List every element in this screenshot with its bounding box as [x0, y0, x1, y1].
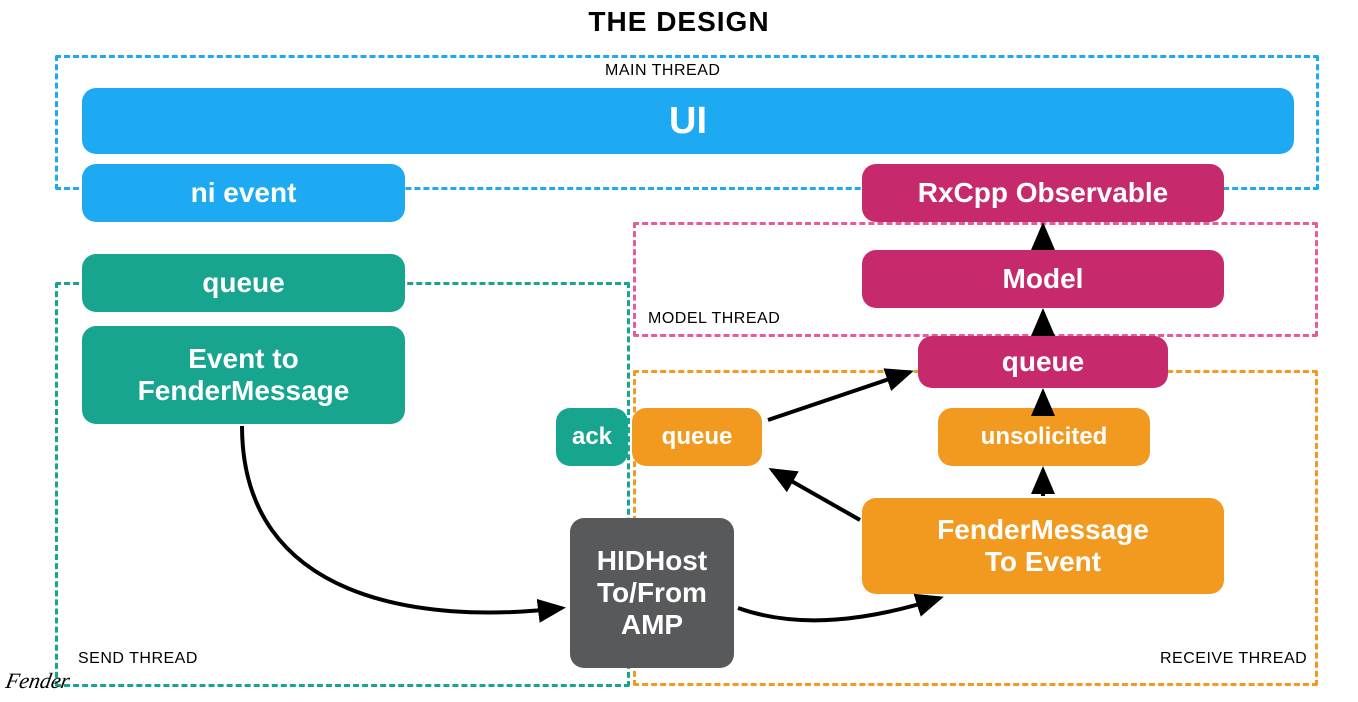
- node-unsolicited: unsolicited: [938, 408, 1150, 466]
- node-queue-model: queue: [918, 336, 1168, 388]
- node-ui: UI: [82, 88, 1294, 154]
- node-ni-event: ni event: [82, 164, 405, 222]
- diagram-title: THE DESIGN: [0, 6, 1358, 38]
- send-thread-label: SEND THREAD: [78, 650, 198, 668]
- node-model: Model: [862, 250, 1224, 308]
- node-fendermessage-to-event: FenderMessage To Event: [862, 498, 1224, 594]
- receive-thread-label: RECEIVE THREAD: [1160, 650, 1307, 668]
- node-event-to-fendermessage: Event to FenderMessage: [82, 326, 405, 424]
- model-thread-label: MODEL THREAD: [648, 310, 780, 328]
- node-queue-send: queue: [82, 254, 405, 312]
- main-thread-label: MAIN THREAD: [605, 62, 720, 80]
- fender-logo: Fender: [4, 668, 72, 694]
- node-ack: ack: [556, 408, 628, 466]
- node-rxcpp-observable: RxCpp Observable: [862, 164, 1224, 222]
- node-queue-recv: queue: [632, 408, 762, 466]
- node-hidhost: HIDHost To/From AMP: [570, 518, 734, 668]
